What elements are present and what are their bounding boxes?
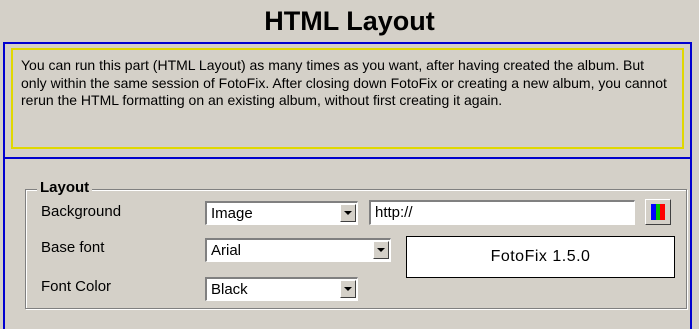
palette-icon [651,204,666,220]
base-font-select-value: Arial [211,242,242,259]
layout-group-legend: Layout [37,178,93,198]
divider [3,157,692,159]
chevron-down-icon[interactable] [340,204,356,222]
base-font-select[interactable]: Arial [205,238,391,262]
page-title: HTML Layout [264,6,435,36]
background-select-value: Image [211,205,253,222]
chevron-down-icon[interactable] [340,280,356,298]
font-color-select[interactable]: Black [205,277,358,301]
background-label: Background [41,203,122,220]
color-picker-button[interactable] [645,199,671,225]
font-color-select-value: Black [211,281,248,298]
background-select[interactable]: Image [205,201,358,225]
chevron-down-icon[interactable] [373,241,389,259]
background-url-value: http:// [375,204,413,221]
font-preview: FotoFix 1.5.0 [406,236,675,278]
background-url-input[interactable]: http:// [369,200,635,225]
base-font-label: Base font [41,239,105,256]
info-text: You can run this part (HTML Layout) as m… [11,48,684,149]
font-color-label: Font Color [41,278,112,295]
